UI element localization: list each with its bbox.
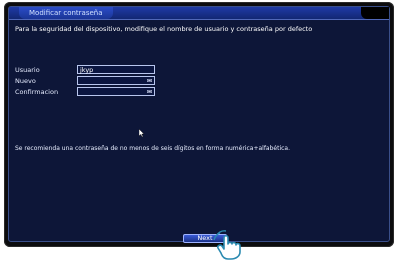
confirm-password-label: Confirmacion [15, 88, 59, 96]
username-label: Usuario [15, 66, 40, 74]
keyboard-icon[interactable] [147, 89, 152, 94]
confirm-password-input[interactable] [77, 87, 155, 96]
new-password-label: Nuevo [15, 77, 36, 85]
corner-button [361, 7, 389, 19]
title-bar: Modificar contraseña [9, 7, 389, 20]
security-info-text: Para la seguridad del dispositivo, modif… [15, 25, 313, 33]
field-row-new-password: Nuevo [15, 76, 215, 86]
mouse-pointer-icon [139, 129, 145, 138]
monitor-bezel: Modificar contraseña Para la seguridad d… [4, 2, 394, 247]
password-recommendation-text: Se recomienda una contraseña de no menos… [15, 145, 291, 152]
new-password-input[interactable] [77, 76, 155, 85]
field-row-confirm-password: Confirmacion [15, 87, 215, 97]
field-row-username: Usuario jkyp [15, 65, 215, 75]
modify-password-dialog: Modificar contraseña Para la seguridad d… [8, 6, 390, 243]
username-input[interactable]: jkyp [77, 65, 155, 74]
dialog-title: Modificar contraseña [19, 7, 113, 19]
keyboard-icon[interactable] [147, 78, 152, 83]
username-value: jkyp [80, 66, 94, 74]
tap-hand-icon [213, 230, 241, 260]
